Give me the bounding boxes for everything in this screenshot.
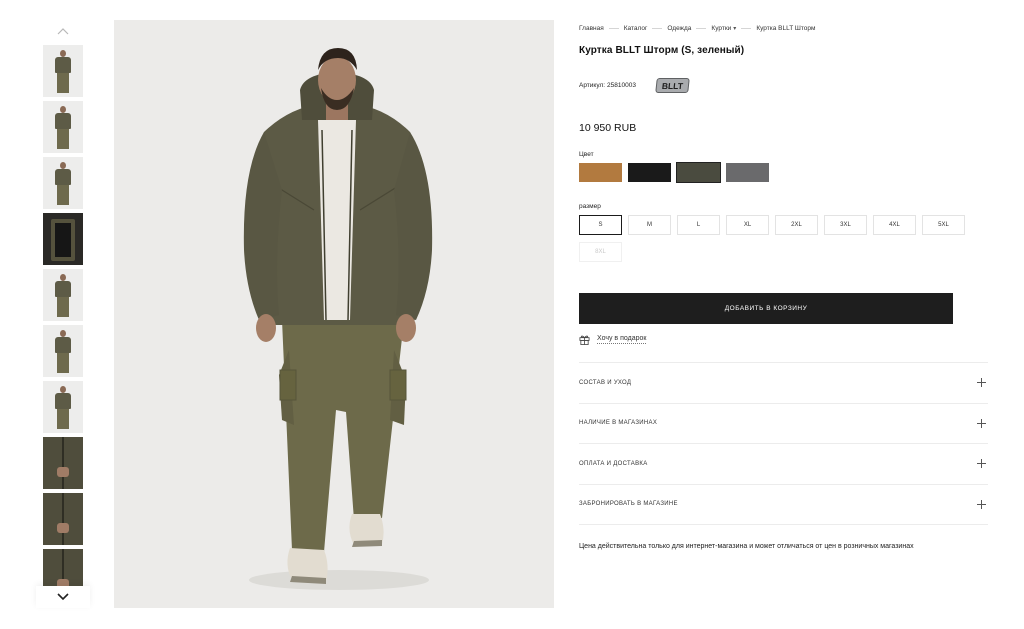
accordion-row[interactable]: ЗАБРОНИРОВАТЬ В МАГАЗИНЕ — [579, 485, 988, 525]
breadcrumb-separator — [652, 27, 663, 29]
size-label: размер — [579, 203, 601, 210]
gallery-scroll-up-button[interactable] — [36, 20, 90, 42]
thumbnail-three-quarter[interactable] — [43, 325, 83, 377]
color-swatch-black[interactable] — [628, 163, 671, 182]
thumbnail-pocket-detail[interactable] — [43, 493, 83, 545]
breadcrumb-item[interactable]: Куртка BLLT Шторм — [756, 25, 815, 32]
size-option[interactable]: XL — [726, 215, 769, 235]
thumbnail-jacket-inside[interactable] — [43, 213, 83, 265]
chevron-up-icon — [57, 28, 69, 35]
size-option: 8XL — [579, 242, 622, 262]
thumbnail-front-half[interactable] — [43, 157, 83, 209]
color-swatch-brown[interactable] — [579, 163, 622, 182]
plus-icon — [977, 459, 986, 469]
gallery-scroll-down-button[interactable] — [36, 586, 90, 608]
main-product-image[interactable] — [114, 20, 554, 608]
size-option[interactable]: 2XL — [775, 215, 818, 235]
plus-icon — [977, 499, 986, 509]
accordion-label: СОСТАВ И УХОД — [579, 379, 632, 386]
accordion-label: ЗАБРОНИРОВАТЬ В МАГАЗИНЕ — [579, 501, 678, 508]
breadcrumb-separator — [608, 27, 619, 29]
breadcrumb-item[interactable]: Куртки — [711, 25, 731, 32]
chevron-down-icon — [57, 593, 69, 601]
thumbnail-full-walk[interactable] — [43, 269, 83, 321]
article-label: Артикул: — [579, 81, 606, 89]
size-option[interactable]: 3XL — [824, 215, 867, 235]
size-option[interactable]: 4XL — [873, 215, 916, 235]
accordion-label: ОПЛАТА И ДОСТАВКА — [579, 460, 648, 467]
chevron-down-icon[interactable]: ▾ — [733, 25, 736, 32]
color-swatch-grey[interactable] — [726, 163, 769, 182]
size-option[interactable]: L — [677, 215, 720, 235]
plus-icon — [977, 418, 986, 428]
gift-icon — [579, 335, 590, 345]
color-label: Цвет — [579, 151, 594, 158]
thumbnail-hood-detail[interactable] — [43, 437, 83, 489]
breadcrumb: Главная Каталог Одежда Куртки ▾ Куртка BLLT Ш… — [579, 20, 989, 36]
accordion-row[interactable]: ОПЛАТА И ДОСТАВКА — [579, 444, 988, 485]
product-accordion: СОСТАВ И УХОД НАЛИЧИЕ В МАГАЗИНАХ ОПЛАТА И… — [579, 362, 988, 525]
plus-icon — [977, 378, 986, 388]
product-photo-model — [114, 20, 554, 608]
breadcrumb-item[interactable]: Одежда — [667, 25, 691, 32]
accordion-row[interactable]: НАЛИЧИЕ В МАГАЗИНАХ — [579, 404, 988, 444]
size-selector: S M L XL 2XL 3XL 4XL 5XL 8XL — [579, 215, 979, 269]
breadcrumb-item[interactable]: Главная — [579, 25, 604, 32]
product-title: Куртка BLLT Шторм (S, зеленый) — [579, 45, 745, 56]
color-selector — [579, 162, 989, 183]
thumbnail-gallery — [36, 20, 90, 610]
add-to-cart-button[interactable]: ДОБАВИТЬ В КОРЗИНУ — [579, 293, 953, 324]
article-row: Артикул: 25810003 BLLT — [579, 76, 989, 94]
thumbnail-front-half-2[interactable] — [43, 381, 83, 433]
gift-wish-link[interactable]: Хочу в подарок — [579, 332, 989, 346]
accordion-label: НАЛИЧИЕ В МАГАЗИНАХ — [579, 420, 658, 427]
breadcrumb-item[interactable]: Каталог — [624, 25, 648, 32]
brand-logo[interactable]: BLLT — [655, 77, 690, 93]
thumbnail-list — [43, 45, 83, 605]
breadcrumb-separator — [741, 27, 752, 29]
size-option[interactable]: M — [628, 215, 671, 235]
price-disclaimer: Цена действительна только для интернет-м… — [579, 543, 914, 550]
size-option[interactable]: S — [579, 215, 622, 235]
article-number: 25810003 — [607, 81, 636, 89]
breadcrumb-separator — [696, 27, 707, 29]
accordion-row[interactable]: СОСТАВ И УХОД — [579, 363, 988, 404]
thumbnail-side[interactable] — [43, 101, 83, 153]
thumbnail-front-full[interactable] — [43, 45, 83, 97]
size-option[interactable]: 5XL — [922, 215, 965, 235]
gift-link-label: Хочу в подарок — [597, 335, 647, 344]
product-info-panel: Главная Каталог Одежда Куртки ▾ Куртка BLLT Ш… — [579, 20, 989, 550]
color-swatch-olive[interactable] — [676, 162, 721, 183]
product-price: 10 950 RUB — [579, 122, 637, 134]
